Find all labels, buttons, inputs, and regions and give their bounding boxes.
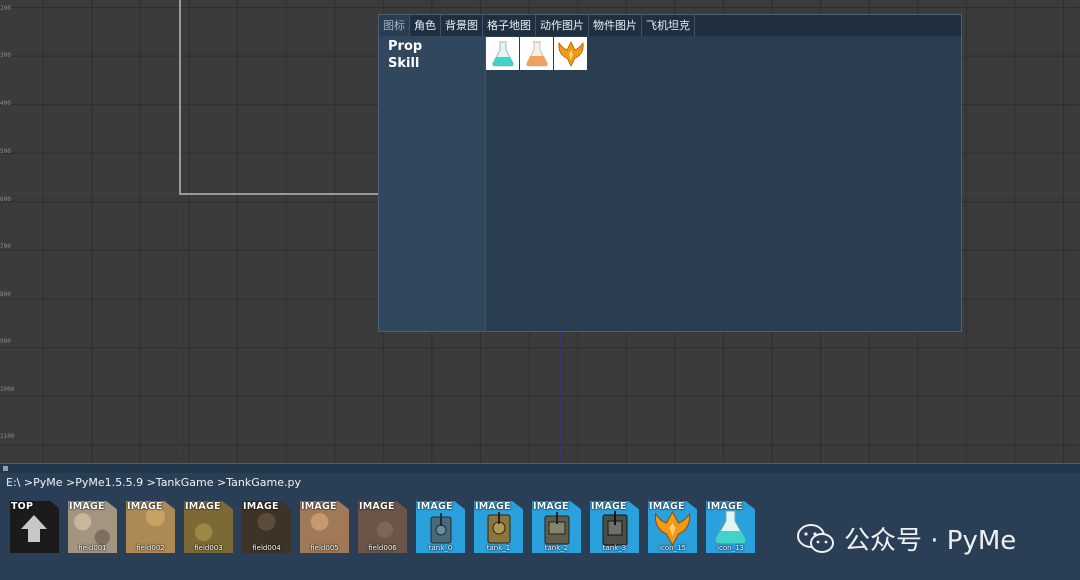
ruler-label: 400 <box>0 100 11 107</box>
file-name: field002 <box>136 544 165 552</box>
tab-characters[interactable]: 角色 <box>410 15 441 36</box>
icon-grid <box>486 36 587 70</box>
file-name: tank_2 <box>544 544 569 552</box>
resource-tab-bar: 图标 角色 背景图 格子地图 动作图片 物件图片 飞机坦克 <box>379 15 961 36</box>
file-name: tank_1 <box>486 544 511 552</box>
file-name: field004 <box>252 544 281 552</box>
tab-backgrounds[interactable]: 背景图 <box>441 15 483 36</box>
up-arrow-icon <box>21 515 47 542</box>
file-tile-image[interactable]: IMAGE icon_15 <box>648 501 697 553</box>
file-tile-image[interactable]: IMAGE icon_13 <box>706 501 755 553</box>
file-name: icon_15 <box>659 544 686 552</box>
y-axis-line <box>179 194 180 463</box>
file-tile-image[interactable]: IMAGE tank_2 <box>532 501 581 553</box>
tab-planes-tanks[interactable]: 飞机坦克 <box>642 15 695 36</box>
file-tile-image[interactable]: IMAGE tank_1 <box>474 501 523 553</box>
file-tile-image[interactable]: IMAGE tank_3 <box>590 501 639 553</box>
file-tile-image[interactable]: IMAGE field001 <box>68 501 117 553</box>
ruler-label: 1000 <box>0 386 15 393</box>
file-tile-image[interactable]: IMAGE field006 <box>358 501 407 553</box>
ruler-label: 200 <box>0 5 11 12</box>
file-name: field005 <box>310 544 339 552</box>
ruler-label: 900 <box>0 338 11 345</box>
file-type-label: IMAGE <box>69 501 105 512</box>
tab-action-images[interactable]: 动作图片 <box>536 15 589 36</box>
flask-orange-icon <box>525 40 548 66</box>
file-name: tank_3 <box>602 544 627 552</box>
file-tile-image[interactable]: IMAGE field003 <box>184 501 233 553</box>
ruler-label: 500 <box>0 148 11 155</box>
thumbnail-item[interactable] <box>486 37 519 70</box>
file-type-label: IMAGE <box>417 501 453 512</box>
category-item-skill[interactable]: Skill <box>379 55 485 72</box>
scene-frame-edge <box>179 0 181 194</box>
phoenix-emblem-icon <box>557 40 584 67</box>
tab-grid-maps[interactable]: 格子地图 <box>483 15 536 36</box>
file-tile-image[interactable]: IMAGE field005 <box>300 501 349 553</box>
ruler-label: 800 <box>0 291 11 298</box>
file-type-label: IMAGE <box>185 501 221 512</box>
file-name: field006 <box>368 544 397 552</box>
watermark: 公众号 · PyMe <box>796 520 1016 557</box>
splitter-grip-icon[interactable] <box>3 466 8 471</box>
breadcrumb[interactable]: E:\ >PyMe >PyMe1.5.5.9 >TankGame >TankGa… <box>6 476 301 489</box>
tab-icons[interactable]: 图标 <box>379 15 410 36</box>
file-list: TOP IMAGE field001 IMAGE field002 IMAGE … <box>10 501 755 553</box>
file-tile-image[interactable]: IMAGE field004 <box>242 501 291 553</box>
file-type-label: IMAGE <box>127 501 163 512</box>
file-name: field001 <box>78 544 107 552</box>
file-type-label: IMAGE <box>475 501 511 512</box>
file-tile-top[interactable]: TOP <box>10 501 59 553</box>
flask-cyan-icon <box>491 40 514 66</box>
file-tile-image[interactable]: IMAGE field002 <box>126 501 175 553</box>
file-type-label: IMAGE <box>707 501 743 512</box>
file-name: field003 <box>194 544 223 552</box>
file-type-label: IMAGE <box>649 501 685 512</box>
thumbnail-item[interactable] <box>554 37 587 70</box>
file-type-label: IMAGE <box>301 501 337 512</box>
thumbnail-item[interactable] <box>520 37 553 70</box>
wechat-icon <box>797 523 834 553</box>
file-type-label: IMAGE <box>243 501 279 512</box>
ruler-label: 300 <box>0 52 11 59</box>
category-list: Prop Skill <box>379 36 486 331</box>
ruler-label: 600 <box>0 196 11 203</box>
file-type-label: IMAGE <box>533 501 569 512</box>
file-name: icon_13 <box>717 544 744 552</box>
file-type-label: IMAGE <box>359 501 395 512</box>
resource-panel: 图标 角色 背景图 格子地图 动作图片 物件图片 飞机坦克 Prop Skill <box>378 14 962 332</box>
ruler-label: 700 <box>0 243 11 250</box>
file-name: tank_0 <box>428 544 453 552</box>
ruler-label: 1100 <box>0 433 15 440</box>
file-tile-image[interactable]: IMAGE tank_0 <box>416 501 465 553</box>
watermark-text: 公众号 · PyMe <box>844 526 1017 556</box>
category-item-prop[interactable]: Prop <box>379 38 485 55</box>
tab-object-images[interactable]: 物件图片 <box>589 15 642 36</box>
file-type-label: IMAGE <box>591 501 627 512</box>
scene-frame-edge <box>179 193 379 195</box>
